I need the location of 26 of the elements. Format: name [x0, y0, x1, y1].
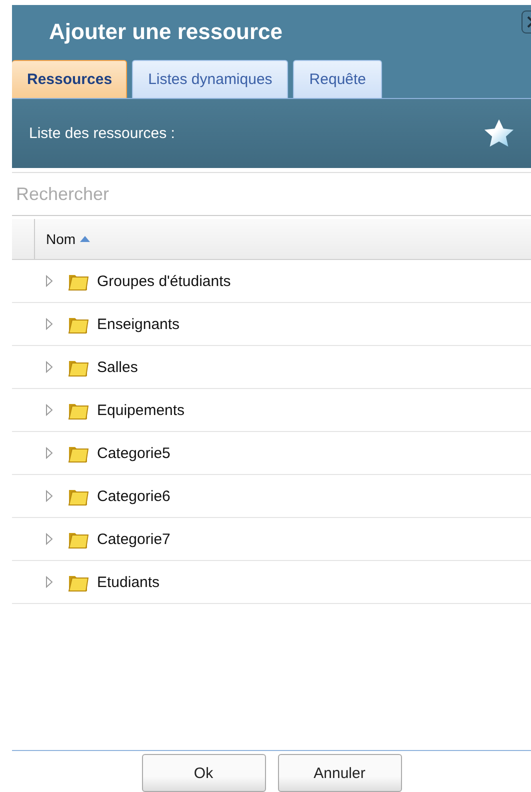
star-icon[interactable]	[483, 118, 515, 150]
expand-arrow-icon[interactable]	[45, 576, 53, 588]
tree-item[interactable]: Categorie6	[97, 488, 170, 504]
tree-item[interactable]: Salles	[97, 358, 138, 376]
dialog-button[interactable]: Annuler	[278, 754, 402, 792]
tab[interactable]: Requête	[293, 60, 382, 98]
tab[interactable]: Ressources	[12, 60, 128, 98]
tree-item[interactable]: Groupes d'étudiants	[97, 272, 231, 290]
expand-arrow-icon[interactable]	[45, 447, 53, 459]
tree-item[interactable]: Equipements	[97, 402, 185, 418]
expand-arrow-icon[interactable]	[45, 404, 53, 416]
tab[interactable]: Listes dynamiques	[132, 60, 288, 98]
expand-arrow-icon[interactable]	[45, 490, 53, 502]
expand-arrow-icon[interactable]	[45, 533, 53, 545]
tree-item[interactable]: Categorie7	[97, 530, 170, 548]
tree-item[interactable]: Categorie5	[97, 444, 170, 462]
column-heading[interactable]: Nom	[35, 231, 80, 247]
dialog-button[interactable]: Ok	[142, 754, 266, 792]
expand-arrow-icon[interactable]	[45, 361, 53, 373]
window-title: Ajouter une ressource	[49, 18, 283, 44]
expand-arrow-icon[interactable]	[45, 318, 53, 330]
expand-arrow-icon[interactable]	[45, 275, 53, 287]
search-field[interactable]: Rechercher	[12, 172, 531, 216]
tree-item[interactable]: Enseignants	[97, 316, 180, 332]
tree-item[interactable]: Etudiants	[97, 574, 160, 590]
panel-title: Liste des ressources :	[29, 125, 175, 142]
